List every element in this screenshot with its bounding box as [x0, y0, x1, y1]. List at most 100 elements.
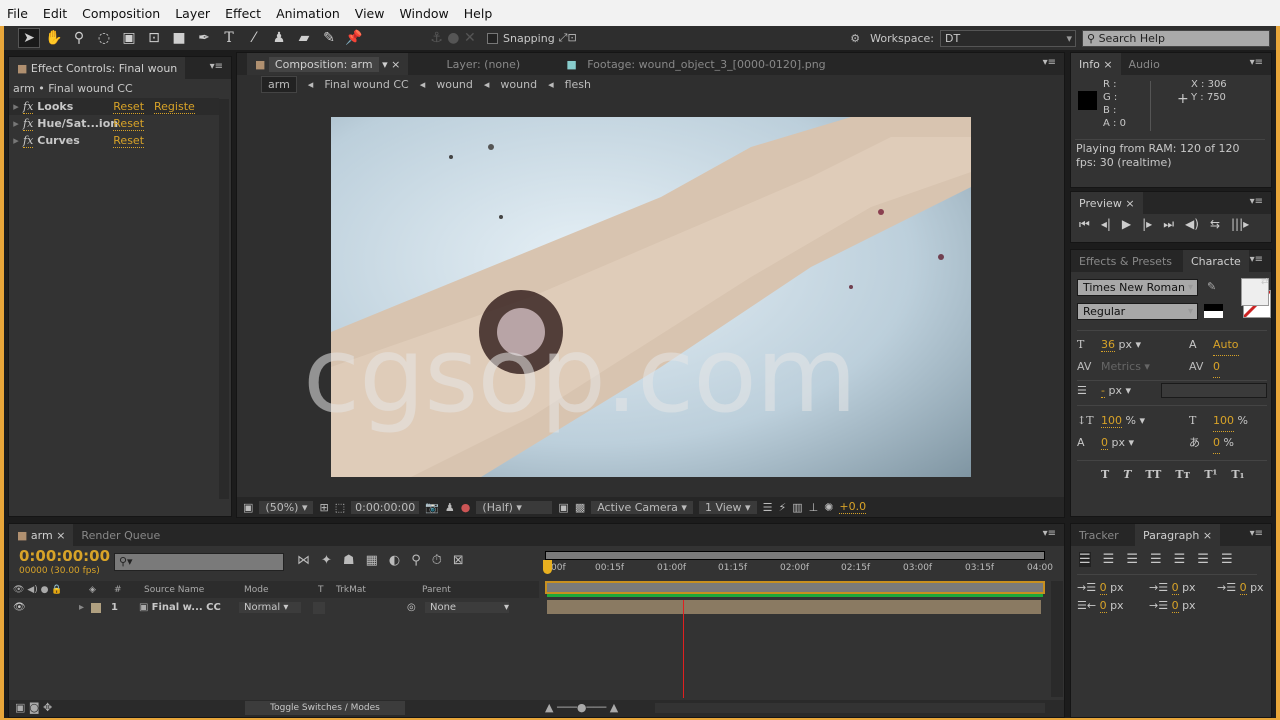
ram-preview-icon[interactable]: |||▸ [1231, 217, 1249, 232]
justify-left-icon[interactable]: ☰ [1150, 552, 1162, 567]
view-layout-select[interactable]: 1 View ▾ [698, 500, 757, 514]
tab-audio[interactable]: Audio [1121, 53, 1181, 75]
menu-window[interactable]: Window [398, 6, 449, 21]
mask-visibility-icon[interactable]: ⬚ [335, 501, 345, 514]
play-icon[interactable]: ▶ [1122, 217, 1131, 232]
reset-button[interactable]: Reset [113, 100, 145, 114]
column-parent[interactable]: Parent [422, 585, 451, 595]
expand-arrow-icon[interactable]: ▸ [79, 602, 91, 613]
baseline-shift-value[interactable]: 0 [1101, 436, 1108, 450]
horizontal-scale-value[interactable]: 100 [1213, 410, 1234, 432]
tab-timeline-arm[interactable]: ■ arm × [9, 524, 74, 546]
flow-item[interactable]: flesh [565, 78, 591, 91]
brush-tool-icon[interactable]: ⁄ [243, 28, 265, 48]
all-caps-button[interactable]: TT [1145, 468, 1161, 481]
font-size-value[interactable]: 36 [1101, 338, 1115, 352]
tab-preview[interactable]: Preview × [1071, 192, 1143, 214]
reset-button[interactable]: Reset [113, 134, 145, 148]
eraser-tool-icon[interactable]: ▰ [293, 28, 315, 48]
motion-blur-icon[interactable]: ◐ [389, 553, 400, 568]
graph-editor-icon[interactable]: ⊠ [453, 553, 464, 568]
stroke-width-value[interactable]: - [1101, 384, 1105, 398]
snapping-checkbox[interactable] [487, 32, 498, 44]
always-preview-icon[interactable]: ▣ [243, 501, 253, 514]
horizontal-scrollbar[interactable] [655, 703, 1045, 713]
magnification-select[interactable]: (50%) ▾ [259, 500, 314, 514]
flow-item[interactable]: wound [500, 78, 537, 91]
auto-keyframe-icon[interactable]: ⏱ [432, 553, 442, 568]
panel-menu-icon[interactable]: ▾≡ [1250, 528, 1263, 539]
faux-bold-button[interactable]: T [1101, 468, 1109, 481]
reset-exposure-icon[interactable]: ✺ [824, 501, 833, 514]
flowchart-icon[interactable]: ⊥ [809, 501, 819, 514]
pen-tool-icon[interactable]: ✒ [193, 28, 215, 48]
indent-left-value[interactable]: 0 [1099, 581, 1107, 595]
small-caps-button[interactable]: Tт [1175, 468, 1190, 481]
tab-effect-controls[interactable]: ■ Effect Controls: Final woun [9, 57, 186, 79]
layer-search-input[interactable]: ⚲▾ [114, 553, 284, 571]
channel-icon[interactable]: ● [461, 501, 471, 514]
panel-menu-icon[interactable]: ▾≡ [210, 61, 223, 72]
justify-center-icon[interactable]: ☰ [1174, 552, 1186, 567]
subscript-button[interactable]: T₁ [1231, 468, 1244, 481]
frame-blending-icon[interactable]: ▦ [366, 553, 378, 568]
font-family-select[interactable]: Times New Roman [1077, 279, 1198, 296]
current-time-display[interactable]: 0:00:00:00 [19, 547, 110, 565]
eyedropper-icon[interactable]: ✎ [1207, 280, 1216, 293]
tsume-value[interactable]: 0 [1213, 432, 1220, 454]
rectangle-tool-icon[interactable]: ■ [168, 28, 190, 48]
close-icon[interactable]: × [391, 58, 400, 71]
effect-row-looks[interactable]: ▸ fx Looks Reset Registe [9, 98, 219, 115]
trkmat-select[interactable] [313, 601, 325, 614]
effect-row-curves[interactable]: ▸ fx Curves Reset [9, 132, 219, 149]
clone-stamp-tool-icon[interactable]: ♟ [268, 28, 290, 48]
show-snapshot-icon[interactable]: ♟ [445, 501, 455, 514]
visibility-icon[interactable]: 👁 [9, 602, 39, 613]
current-time-indicator[interactable] [543, 560, 552, 574]
exposure-value[interactable]: +0.0 [839, 500, 867, 514]
camera-tool-icon[interactable]: ▣ [118, 28, 140, 48]
timeline-icon[interactable]: ▥ [792, 501, 802, 514]
shy-layers-icon[interactable]: ☗ [343, 553, 355, 568]
last-frame-icon[interactable]: ⏭ [1163, 217, 1174, 232]
flow-item[interactable]: arm [261, 76, 297, 93]
selection-tool-icon[interactable]: ➤ [18, 28, 40, 48]
align-right-icon[interactable]: ☰ [1126, 552, 1138, 567]
tab-layer[interactable]: Layer: (none) [408, 53, 558, 75]
next-frame-icon[interactable]: |▸ [1142, 217, 1152, 232]
tab-paragraph[interactable]: Paragraph × [1135, 524, 1221, 546]
panel-menu-icon[interactable]: ▾≡ [1250, 57, 1263, 68]
panel-menu-icon[interactable]: ▾≡ [1250, 254, 1263, 265]
panel-menu-icon[interactable]: ▾≡ [1250, 196, 1263, 207]
mode-select[interactable]: Normal ▾ [239, 602, 301, 613]
justify-right-icon[interactable]: ☰ [1197, 552, 1209, 567]
tab-tracker[interactable]: Tracker [1071, 524, 1135, 546]
space-before-value[interactable]: 0 [1171, 581, 1179, 595]
fast-previews-icon[interactable]: ⚡ [778, 501, 786, 514]
menu-edit[interactable]: Edit [42, 6, 68, 21]
puppet-pin-tool-icon[interactable]: 📌 [343, 28, 365, 48]
timeline-scrollbar[interactable] [1051, 581, 1063, 697]
time-ruler[interactable]: 00f 00:15f 01:00f 01:15f 02:00f 02:15f 0… [545, 560, 1053, 580]
parent-select[interactable]: None ▾ [425, 602, 509, 613]
rotate-tool-icon[interactable]: ◌ [93, 28, 115, 48]
region-of-interest-icon[interactable]: ▣ [558, 501, 568, 514]
indent-right-value[interactable]: 0 [1099, 599, 1107, 613]
work-area-bar[interactable] [545, 581, 1045, 594]
column-trkmat[interactable]: TrkMat [336, 585, 422, 595]
menu-file[interactable]: File [6, 6, 29, 21]
roto-brush-tool-icon[interactable]: ✎ [318, 28, 340, 48]
menu-composition[interactable]: Composition [81, 6, 161, 21]
tab-footage[interactable]: ■ Footage: wound_object_3_[0000-0120].pn… [558, 53, 833, 75]
align-left-icon[interactable]: ☰ [1079, 552, 1091, 567]
zoom-slider[interactable]: ▲ ───●─── ▲ [545, 701, 645, 715]
black-white-swatch-icon[interactable] [1204, 304, 1223, 318]
transparency-grid-icon[interactable]: ▩ [575, 501, 585, 514]
fx-icon[interactable]: fx [23, 134, 34, 148]
kerning-value[interactable]: Metrics [1101, 360, 1141, 373]
audio-icon[interactable]: ◀) [1185, 217, 1199, 232]
fx-icon[interactable]: fx [23, 100, 34, 114]
draft-3d-icon[interactable]: ✦ [321, 553, 332, 568]
footer-icons[interactable]: ▣ ◙ ✥ [15, 701, 52, 714]
tab-character[interactable]: Characte [1183, 250, 1249, 272]
